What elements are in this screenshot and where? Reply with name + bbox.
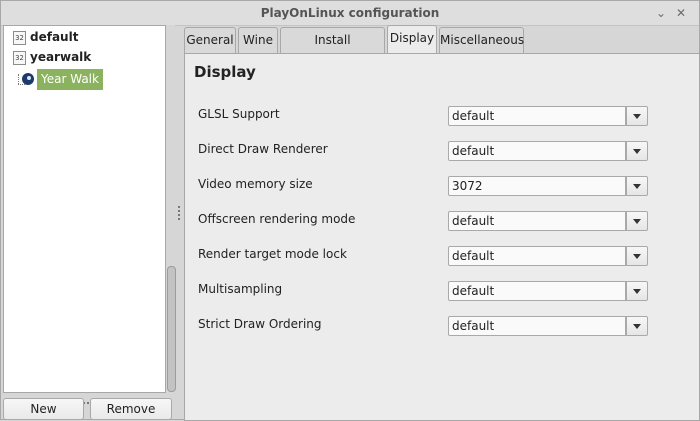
select-value: default	[452, 214, 495, 228]
prefix-tree[interactable]: 32 default 32 yearwalk Year Walk	[3, 25, 166, 393]
select-value: default	[452, 109, 495, 123]
dropdown-button[interactable]	[626, 281, 648, 301]
panel-title: Display	[194, 63, 256, 81]
tab-general[interactable]: General	[184, 27, 236, 53]
select-value: default	[452, 249, 495, 263]
wine-32bit-icon: 32	[13, 51, 26, 65]
glsl-support-select[interactable]: default	[448, 106, 626, 126]
steam-icon	[22, 73, 34, 85]
tab-miscellaneous[interactable]: Miscellaneous	[439, 27, 524, 53]
close-icon[interactable]: ✕	[674, 6, 688, 20]
window-title: PlayOnLinux configuration	[260, 6, 440, 20]
minimize-icon[interactable]: ⌄	[654, 6, 668, 20]
strict-draw-ordering-select[interactable]: default	[448, 316, 626, 336]
video-memory-size-select[interactable]: 3072	[448, 176, 626, 196]
tab-install-components[interactable]: Install components	[280, 27, 385, 72]
tree-resize-handle[interactable]	[79, 393, 99, 404]
tab-display[interactable]: Display	[387, 25, 437, 54]
chevron-down-icon	[633, 289, 641, 294]
config-window: PlayOnLinux configuration ⌄ ✕ 32 default…	[0, 0, 700, 421]
pane-splitter-handle[interactable]	[177, 206, 180, 230]
dropdown-button[interactable]	[626, 211, 648, 231]
setting-label: Direct Draw Renderer	[198, 142, 328, 156]
title-bar: PlayOnLinux configuration ⌄ ✕	[1, 1, 699, 26]
select-value: default	[452, 319, 495, 333]
tree-connector	[18, 74, 19, 84]
select-value: 3072	[452, 179, 483, 193]
dropdown-button[interactable]	[626, 141, 648, 161]
selected-tree-item-label: Year Walk	[37, 69, 103, 90]
chevron-down-icon	[633, 184, 641, 189]
setting-label: Multisampling	[198, 282, 283, 296]
chevron-down-icon	[633, 219, 641, 224]
chevron-down-icon	[633, 254, 641, 259]
chevron-down-icon	[633, 149, 641, 154]
remove-button[interactable]: Remove	[90, 398, 172, 420]
dropdown-button[interactable]	[626, 106, 648, 126]
setting-label: GLSL Support	[198, 107, 280, 121]
tree-item-label: default	[30, 30, 79, 44]
select-value: default	[452, 144, 495, 158]
tree-item-label: yearwalk	[30, 50, 92, 64]
settings-tabs: General Wine Install components Display …	[184, 25, 700, 72]
render-target-mode-lock-select[interactable]: default	[448, 246, 626, 266]
wine-32bit-icon: 32	[13, 31, 26, 45]
display-settings-panel: Display GLSL Support default Direct Draw…	[184, 53, 700, 421]
chevron-down-icon	[633, 324, 641, 329]
chevron-down-icon	[633, 114, 641, 119]
multisampling-select[interactable]: default	[448, 281, 626, 301]
dropdown-button[interactable]	[626, 246, 648, 266]
setting-label: Offscreen rendering mode	[198, 212, 356, 226]
new-button[interactable]: New	[3, 398, 84, 420]
dropdown-button[interactable]	[626, 176, 648, 196]
setting-label: Strict Draw Ordering	[198, 317, 322, 331]
direct-draw-renderer-select[interactable]: default	[448, 141, 626, 161]
tab-wine[interactable]: Wine	[238, 27, 278, 53]
select-value: default	[452, 284, 495, 298]
setting-label: Video memory size	[198, 177, 313, 191]
offscreen-rendering-mode-select[interactable]: default	[448, 211, 626, 231]
dropdown-button[interactable]	[626, 316, 648, 336]
setting-label: Render target mode lock	[198, 247, 347, 261]
tree-scrollbar-thumb[interactable]	[167, 266, 176, 392]
